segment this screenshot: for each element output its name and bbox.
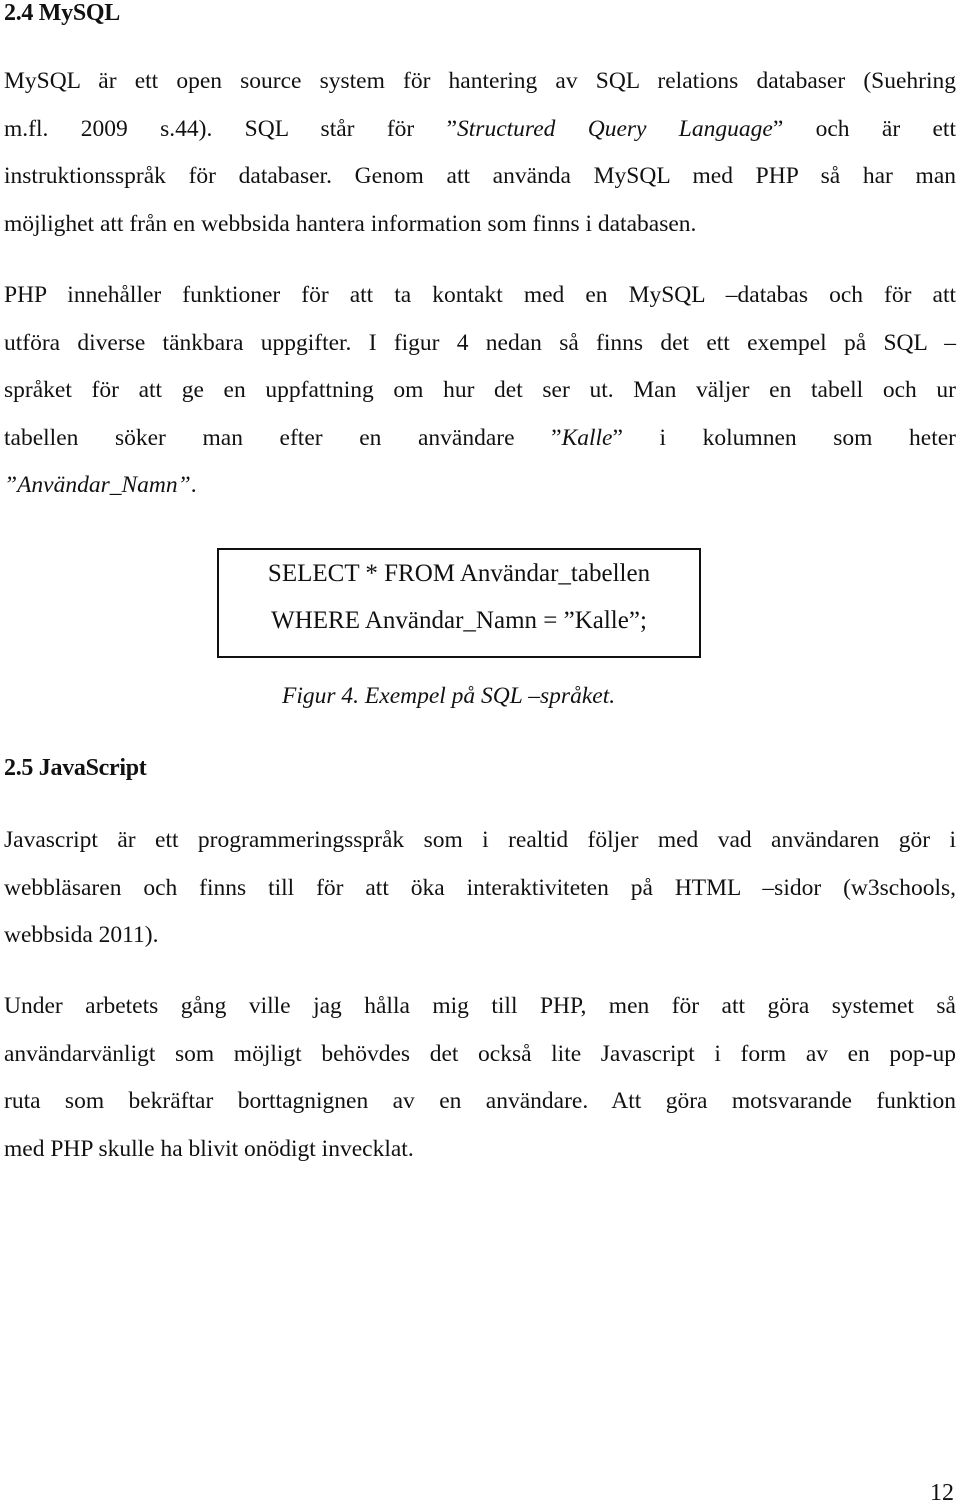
text-line: språket för att ge en uppfattning om hur…	[4, 377, 956, 403]
code-line: SELECT * FROM Användar_tabellen	[267, 560, 651, 587]
italic-term: Kalle	[561, 424, 613, 451]
text-line: ruta som bekräftar borttagnignen av en a…	[4, 1088, 956, 1114]
text-line: utföra diverse tänkbara uppgifter. I fig…	[4, 329, 956, 356]
page-number: 12	[930, 1480, 954, 1506]
text-line: webbsida 2011).	[4, 922, 159, 948]
paragraph-php-mysql: PHP innehåller funktioner för att ta kon…	[4, 272, 956, 510]
italic-term: Structured Query Language	[457, 115, 773, 142]
code-line: WHERE Användar_Namn = ”Kalle”;	[271, 607, 647, 634]
text-line: PHP innehåller funktioner för att ta kon…	[4, 282, 956, 308]
paragraph-javascript-usage: Under arbetets gång ville jag hålla mig …	[4, 983, 956, 1173]
text-line: webbläsaren och finns till för att öka i…	[4, 874, 956, 901]
text-line: användarvänligt som möjligt behövdes det…	[4, 1040, 956, 1067]
sql-code-box: SELECT * FROM Användar_tabellen WHERE An…	[217, 548, 701, 658]
text-span: ” i kolumnen som heter	[612, 424, 956, 451]
figure-caption: Figur 4. Exempel på SQL –språket.	[282, 683, 616, 709]
text-line: med PHP skulle ha blivit onödigt inveckl…	[4, 1135, 414, 1162]
text-line: MySQL är ett open source system för hant…	[4, 68, 956, 94]
section-heading-javascript: 2.5 JavaScript	[4, 755, 147, 781]
text-line: Javascript är ett programmeringsspråk so…	[4, 827, 956, 853]
text-line: Under arbetets gång ville jag hålla mig …	[4, 993, 956, 1019]
text-span: .	[190, 472, 197, 498]
text-span: tabellen söker man efter en användare ”	[4, 424, 562, 451]
text-span: ” och är ett	[772, 115, 956, 142]
section-heading-mysql: 2.4 MySQL	[4, 0, 120, 26]
text-line: m.fl. 2009 s.44). SQL står för ”Structur…	[4, 106, 956, 154]
text-line: ”Användar_Namn”.	[4, 462, 956, 510]
text-line: möjlighet att från en webbsida hantera i…	[4, 210, 697, 237]
text-line: instruktionsspråk för databaser. Genom a…	[4, 163, 956, 189]
italic-term: ”Användar_Namn”	[4, 472, 191, 498]
text-span: m.fl. 2009 s.44). SQL står för ”	[4, 115, 458, 142]
text-line: tabellen söker man efter en användare ”K…	[4, 415, 956, 463]
paragraph-mysql-intro: MySQL är ett open source system för hant…	[4, 58, 956, 248]
paragraph-javascript-intro: Javascript är ett programmeringsspråk so…	[4, 817, 956, 960]
